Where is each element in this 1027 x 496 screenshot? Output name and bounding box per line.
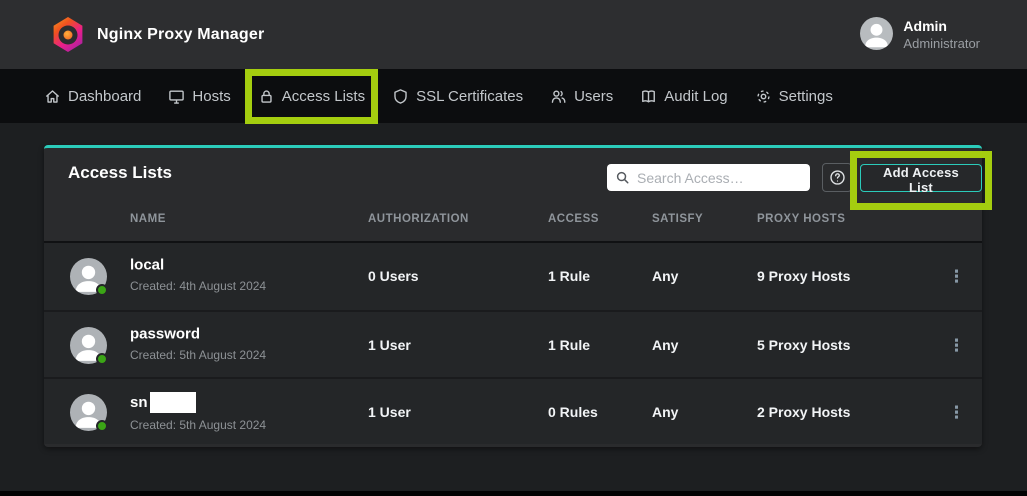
app-title: Nginx Proxy Manager <box>97 26 264 44</box>
monitor-icon <box>168 88 185 105</box>
access-value: 0 Rules <box>548 404 598 420</box>
add-access-list-button[interactable]: Add Access List <box>860 164 982 192</box>
app-window: Nginx Proxy Manager Admin Administrator … <box>0 0 1027 496</box>
access-list-name: sn <box>130 394 148 411</box>
satisfy-value: Any <box>652 404 678 420</box>
column-authorization: AUTHORIZATION <box>368 213 469 225</box>
window-bottom-edge <box>0 491 1027 496</box>
panel-header: Access Lists Add Access List <box>44 148 982 200</box>
access-value: 1 Rule <box>548 268 590 284</box>
lock-icon <box>258 88 275 105</box>
column-proxy-hosts: PROXY HOSTS <box>757 213 845 225</box>
panel-title: Access Lists <box>68 163 172 183</box>
user-role: Administrator <box>903 36 980 52</box>
book-icon <box>640 88 657 105</box>
search-box <box>607 164 810 191</box>
access-list-avatar <box>70 327 107 364</box>
nav-item-users[interactable]: Users <box>550 88 613 105</box>
access-list-avatar <box>70 258 107 295</box>
proxy-hosts-value: 2 Proxy Hosts <box>757 404 850 420</box>
nav-item-hosts[interactable]: Hosts <box>168 88 230 105</box>
users-icon <box>550 88 567 105</box>
nav-item-ssl-certificates[interactable]: SSL Certificates <box>392 88 523 105</box>
authorization-value: 1 User <box>368 404 411 420</box>
online-status-dot <box>96 353 108 365</box>
home-icon <box>44 88 61 105</box>
search-input[interactable] <box>637 170 802 186</box>
created-date: Created: 5th August 2024 <box>130 348 266 362</box>
column-access: ACCESS <box>548 213 599 225</box>
column-satisfy: SATISFY <box>652 213 703 225</box>
satisfy-value: Any <box>652 337 678 353</box>
table-row[interactable]: sn Created: 5th August 2024 1 User 0 Rul… <box>44 377 982 444</box>
nav-item-dashboard[interactable]: Dashboard <box>44 88 141 105</box>
gear-icon <box>755 88 772 105</box>
access-list-avatar <box>70 394 107 431</box>
person-icon <box>860 17 893 50</box>
shield-icon <box>392 88 409 105</box>
kebab-menu-icon[interactable]: ⋮ <box>942 335 971 356</box>
user-name: Admin <box>903 18 980 36</box>
main-nav: Dashboard Hosts Access Lists SSL Certifi… <box>0 69 1027 123</box>
nginx-proxy-manager-logo-icon <box>52 17 84 52</box>
help-button[interactable] <box>822 163 852 192</box>
question-circle-icon <box>829 169 846 186</box>
access-value: 1 Rule <box>548 337 590 353</box>
proxy-hosts-value: 9 Proxy Hosts <box>757 268 850 284</box>
kebab-menu-icon[interactable]: ⋮ <box>942 266 971 287</box>
satisfy-value: Any <box>652 268 678 284</box>
table-row[interactable]: local Created: 4th August 2024 0 Users 1… <box>44 243 982 310</box>
user-avatar <box>860 17 893 50</box>
access-lists-panel: Access Lists Add Access List NAME AUTHOR… <box>44 145 982 447</box>
table-column-headers: NAME AUTHORIZATION ACCESS SATISFY PROXY … <box>44 200 982 241</box>
top-header: Nginx Proxy Manager Admin Administrator <box>0 0 1027 69</box>
table-row[interactable]: password Created: 5th August 2024 1 User… <box>44 310 982 377</box>
nav-item-access-lists[interactable]: Access Lists <box>258 88 365 105</box>
search-icon <box>615 170 630 185</box>
online-status-dot <box>96 284 108 296</box>
online-status-dot <box>96 420 108 432</box>
column-name: NAME <box>130 213 166 225</box>
nav-item-audit-log[interactable]: Audit Log <box>640 88 727 105</box>
access-lists-table: local Created: 4th August 2024 0 Users 1… <box>44 241 982 444</box>
authorization-value: 0 Users <box>368 268 419 284</box>
proxy-hosts-value: 5 Proxy Hosts <box>757 337 850 353</box>
kebab-menu-icon[interactable]: ⋮ <box>942 402 971 423</box>
created-date: Created: 4th August 2024 <box>130 279 266 293</box>
access-list-name: password <box>130 325 200 342</box>
user-menu[interactable]: Admin Administrator <box>860 17 980 52</box>
authorization-value: 1 User <box>368 337 411 353</box>
access-list-name: local <box>130 256 164 273</box>
redaction-box <box>150 392 196 413</box>
created-date: Created: 5th August 2024 <box>130 418 266 432</box>
brand: Nginx Proxy Manager <box>52 17 264 52</box>
nav-item-settings[interactable]: Settings <box>755 88 833 105</box>
